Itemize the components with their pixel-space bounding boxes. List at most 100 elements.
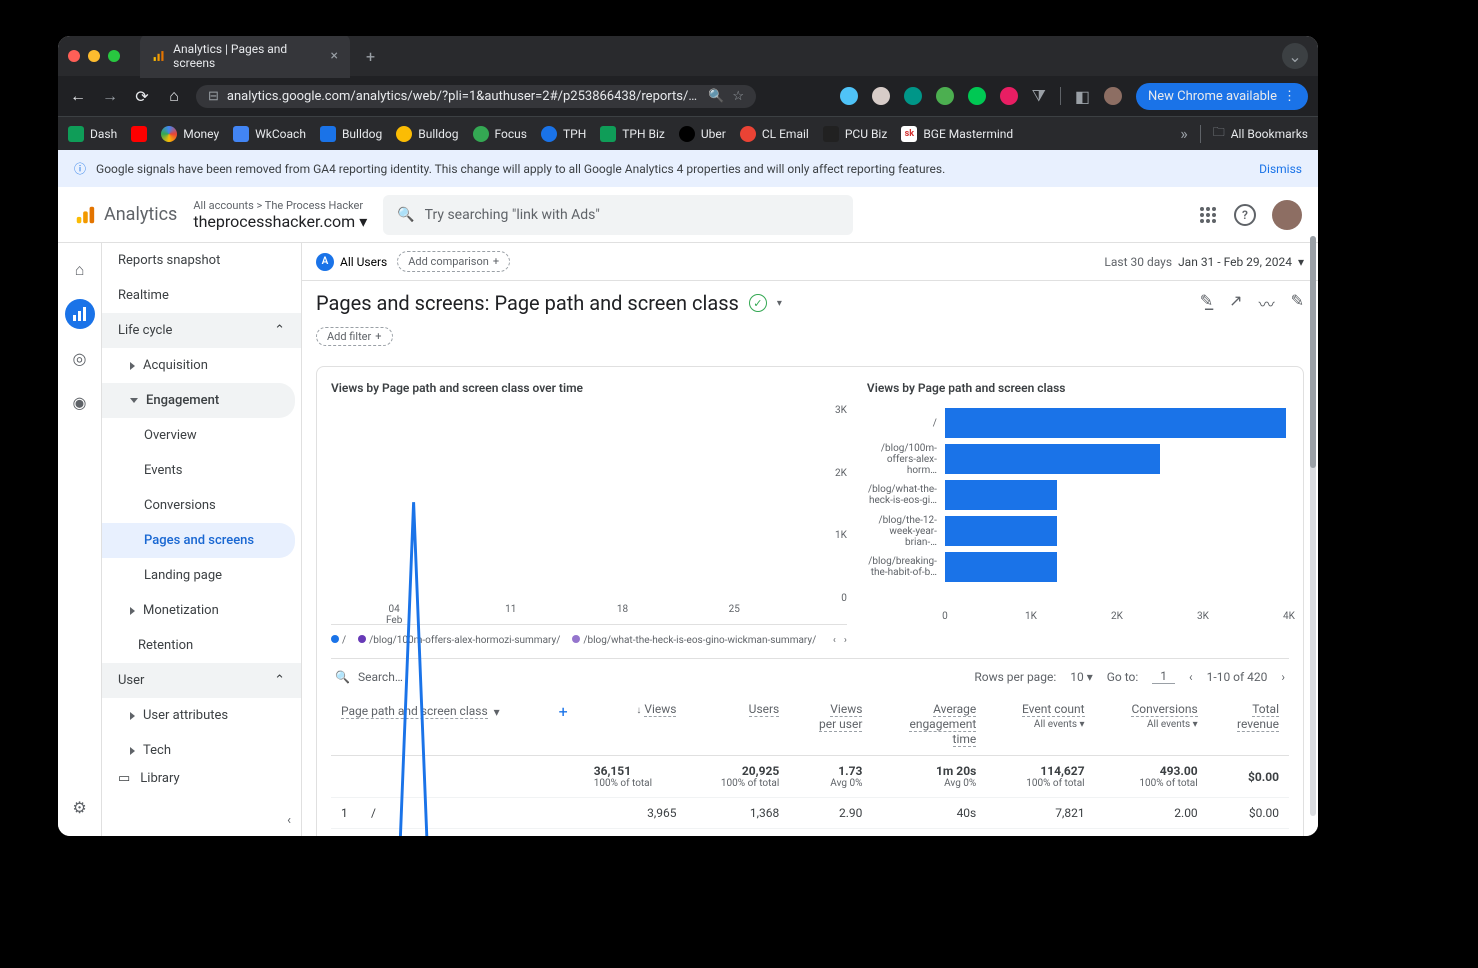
sidebar-group-user[interactable]: User⌃ — [102, 663, 301, 698]
account-picker[interactable]: All accounts > The Process Hacker thepro… — [193, 199, 367, 231]
rail-advertising-icon[interactable]: ◉ — [65, 387, 95, 417]
bookmark[interactable] — [131, 126, 147, 142]
sidebar-pages-screens[interactable]: Pages and screens — [102, 523, 295, 558]
reload-icon[interactable]: ⟳ — [132, 87, 152, 106]
overflow-icon[interactable]: » — [1180, 124, 1188, 143]
rail-admin-icon[interactable]: ⚙ — [65, 792, 95, 822]
sidebar-acquisition[interactable]: Acquisition — [102, 348, 301, 383]
scrollbar[interactable] — [1310, 236, 1316, 816]
browser-tab[interactable]: Analytics | Pages and screens × — [140, 36, 350, 78]
bookmark[interactable]: Bulldog — [396, 126, 458, 142]
add-filter-button[interactable]: Add filter+ — [316, 327, 393, 346]
dismiss-button[interactable]: Dismiss — [1259, 162, 1302, 176]
caret-down-icon — [130, 398, 138, 403]
back-icon[interactable]: ← — [68, 86, 88, 106]
help-icon[interactable]: ? — [1234, 204, 1256, 226]
share-icon[interactable]: ↗ — [1229, 291, 1242, 315]
bar-row[interactable]: /blog/what-the-heck-is-eos-gi… — [867, 477, 1289, 513]
dropdown-icon: ▾ — [1298, 255, 1304, 269]
insights-icon[interactable]: 〰 — [1259, 291, 1275, 315]
maximize-window-icon[interactable] — [108, 50, 120, 62]
edit-icon[interactable]: ✎ — [1291, 291, 1304, 315]
caret-right-icon — [130, 362, 135, 370]
sidebar-overview[interactable]: Overview — [102, 418, 301, 453]
audience-chip[interactable]: A All Users — [316, 253, 387, 271]
sidebar-engagement[interactable]: Engagement — [102, 383, 295, 418]
legend-next-icon[interactable]: › — [844, 635, 847, 646]
sidepanel-icon[interactable]: ◧ — [1075, 87, 1090, 106]
update-chrome-button[interactable]: New Chrome available ⋮ — [1136, 83, 1308, 110]
date-range-picker[interactable]: Last 30 days Jan 31 - Feb 29, 2024 ▾ — [1104, 255, 1304, 269]
legend-prev-icon[interactable]: ‹ — [833, 635, 836, 646]
bar-row[interactable]: /blog/the-12-week-year-brian-… — [867, 513, 1289, 549]
bookmark[interactable]: Dash — [68, 126, 117, 142]
all-bookmarks-button[interactable]: 🗀All Bookmarks — [1213, 123, 1308, 144]
close-window-icon[interactable] — [68, 50, 80, 62]
bookmark[interactable]: PCU Biz — [823, 126, 888, 142]
bookmark[interactable]: Bulldog — [320, 126, 382, 142]
profile-icon[interactable] — [1104, 87, 1122, 105]
sidebar-landing-page[interactable]: Landing page — [102, 558, 301, 593]
bookmark[interactable]: CL Email — [740, 126, 809, 142]
bookmark[interactable]: TPH Biz — [600, 126, 665, 142]
forward-icon[interactable]: → — [100, 86, 120, 106]
extension-icon[interactable] — [904, 87, 922, 105]
extension-icon[interactable] — [1000, 87, 1018, 105]
sidebar-retention[interactable]: Retention — [102, 628, 301, 663]
bookmark[interactable]: Uber — [679, 126, 726, 142]
extensions-icon[interactable]: ⧩ — [1032, 86, 1046, 106]
sidebar-user-attributes[interactable]: User attributes — [102, 698, 301, 733]
next-page-icon[interactable]: › — [1281, 670, 1285, 684]
bookmark[interactable]: skBGE Mastermind — [901, 126, 1013, 142]
sidebar-reports-snapshot[interactable]: Reports snapshot — [102, 243, 301, 278]
verified-icon[interactable]: ✓ — [749, 294, 767, 312]
home-icon[interactable]: ⌂ — [164, 86, 184, 106]
collapse-sidebar-icon[interactable]: ‹ — [287, 813, 291, 828]
extension-icon[interactable] — [872, 87, 890, 105]
extension-icon[interactable] — [840, 87, 858, 105]
scrollbar-thumb[interactable] — [1310, 236, 1316, 468]
prev-page-icon[interactable]: ‹ — [1189, 670, 1193, 684]
site-info-icon[interactable]: ⊟ — [208, 89, 219, 104]
extension-icon[interactable] — [936, 87, 954, 105]
customize-icon[interactable]: ✎̲ — [1200, 291, 1213, 315]
sidebar-monetization[interactable]: Monetization — [102, 593, 301, 628]
sidebar-group-lifecycle[interactable]: Life cycle⌃ — [102, 313, 301, 348]
dropdown-icon[interactable]: ▾ — [777, 298, 782, 309]
apps-icon[interactable] — [1198, 205, 1218, 225]
extension-icon[interactable] — [968, 87, 986, 105]
avatar[interactable] — [1272, 200, 1302, 230]
sidebar-library[interactable]: ▭Library — [102, 761, 301, 796]
sidebar-events[interactable]: Events — [102, 453, 301, 488]
url-field[interactable]: ⊟ analytics.google.com/analytics/web/?pl… — [196, 85, 756, 108]
bar-row[interactable]: /blog/breaking-the-habit-of-b… — [867, 549, 1289, 585]
bookmark[interactable]: Money — [161, 126, 219, 142]
chevron-down-icon[interactable]: ⌄ — [1282, 43, 1308, 69]
bar-row[interactable]: / — [867, 405, 1289, 441]
bookmark[interactable]: Focus — [473, 126, 527, 142]
rail-explore-icon[interactable]: ◎ — [65, 343, 95, 373]
col-avg-engagement[interactable]: Averageengagementtime — [872, 694, 986, 756]
rail-home-icon[interactable]: ⌂ — [65, 255, 95, 285]
sidebar-realtime[interactable]: Realtime — [102, 278, 301, 313]
caret-right-icon — [130, 712, 135, 720]
star-icon[interactable]: ☆ — [732, 89, 744, 104]
rows-per-page-select[interactable]: 10 ▾ — [1070, 670, 1093, 684]
new-tab-button[interactable]: + — [358, 47, 383, 66]
search-field[interactable]: 🔍 Try searching "link with Ads" — [383, 195, 853, 235]
goto-input[interactable]: 1 — [1152, 669, 1175, 684]
add-comparison-button[interactable]: Add comparison+ — [397, 251, 510, 272]
app-icon — [823, 126, 839, 142]
col-event-count[interactable]: Event countAll events ▾ — [986, 694, 1094, 756]
bookmark[interactable]: WkCoach — [233, 126, 306, 142]
bookmark[interactable]: TPH — [541, 126, 586, 142]
bar-row[interactable]: /blog/100m-offers-alex-horm… — [867, 441, 1289, 477]
zoom-icon[interactable]: 🔍 — [708, 89, 724, 104]
sidebar-conversions[interactable]: Conversions — [102, 488, 301, 523]
minimize-window-icon[interactable] — [88, 50, 100, 62]
close-tab-icon[interactable]: × — [331, 48, 338, 64]
ga-logo[interactable]: Analytics — [74, 204, 177, 226]
rail-reports-icon[interactable] — [65, 299, 95, 329]
col-revenue[interactable]: Totalrevenue — [1208, 694, 1289, 756]
col-conversions[interactable]: ConversionsAll events ▾ — [1095, 694, 1208, 756]
